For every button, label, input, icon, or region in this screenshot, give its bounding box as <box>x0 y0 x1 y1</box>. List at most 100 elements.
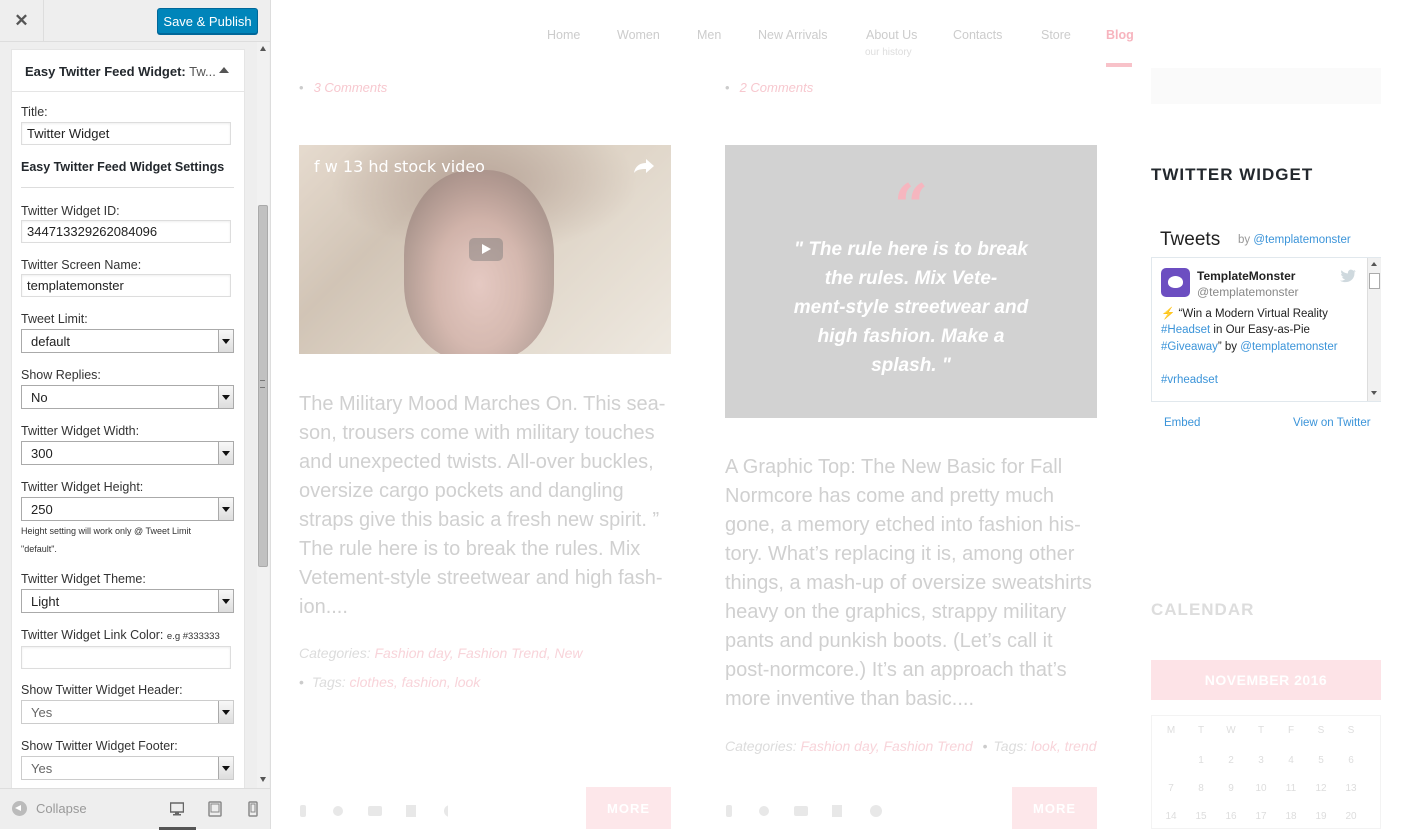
hashtag-vrheadset[interactable]: #vrheadset <box>1161 374 1218 386</box>
dropdown-arrow-icon[interactable] <box>218 442 233 464</box>
screen-name-input[interactable]: templatemonster <box>21 274 231 297</box>
dropdown-arrow-icon[interactable] <box>218 757 233 779</box>
tweet-author-name[interactable]: TemplateMonster <box>1197 269 1295 283</box>
video-embed[interactable]: f w 13 hd stock video <box>299 145 671 354</box>
post1-tag-links[interactable]: clothes, fashion, look <box>350 674 481 690</box>
site-preview[interactable]: Home Women Men New Arrivals About Us our… <box>271 0 1409 829</box>
close-icon[interactable]: ✕ <box>0 0 44 42</box>
calendar-day[interactable]: 13 <box>1336 783 1366 794</box>
hashtag-headset[interactable]: #Headset <box>1161 324 1210 336</box>
tags-label: Tags: <box>993 738 1028 754</box>
view-on-twitter-link[interactable]: View on Twitter <box>1293 417 1371 429</box>
post2-more-button[interactable]: MORE <box>1012 787 1097 829</box>
post2-comments[interactable]: 2 Comments <box>725 80 814 95</box>
collapse-arrow-icon[interactable] <box>219 67 229 73</box>
embed-link[interactable]: Embed <box>1164 417 1200 429</box>
theme-select[interactable]: Light <box>21 589 234 613</box>
nav-men[interactable]: Men <box>697 28 721 42</box>
widget-title-bar[interactable]: Easy Twitter Feed Widget: Tw... <box>12 50 244 92</box>
hashtag-giveaway[interactable]: #Giveaway <box>1161 341 1218 353</box>
calendar-day[interactable]: 8 <box>1186 783 1216 794</box>
calendar-day[interactable]: 6 <box>1336 755 1366 766</box>
nav-store[interactable]: Store <box>1041 28 1071 42</box>
calendar-day[interactable]: 11 <box>1276 783 1306 794</box>
twitter-timeline: Tweets by @templatemonster TemplateMonst… <box>1151 222 1381 437</box>
scroll-up-icon[interactable] <box>260 46 266 51</box>
share-icon[interactable] <box>633 158 655 174</box>
save-publish-button[interactable]: Save & Publish <box>157 8 258 34</box>
post2-category-links[interactable]: Fashion day, Fashion Trend <box>800 738 972 754</box>
calendar-day[interactable]: 18 <box>1276 811 1306 822</box>
mention-templatemonster[interactable]: @templatemonster <box>1240 341 1337 353</box>
tweet-scrollbar[interactable] <box>1367 258 1381 401</box>
link-color-input[interactable] <box>21 646 231 669</box>
dropdown-arrow-icon[interactable] <box>218 386 233 408</box>
calendar-day[interactable]: 15 <box>1186 811 1216 822</box>
tweet-author-handle[interactable]: @templatemonster <box>1197 285 1299 299</box>
link-color-hint: e.g #333333 <box>166 631 220 642</box>
show-footer-select[interactable]: Yes <box>21 756 234 780</box>
post1-more-button[interactable]: MORE <box>586 787 671 829</box>
scrollbar-thumb[interactable] <box>1369 273 1380 289</box>
lightning-icon: ⚡ <box>1161 308 1176 320</box>
calendar-day[interactable]: 7 <box>1156 783 1186 794</box>
widget-id-input[interactable]: 344713329262084096 <box>21 220 231 243</box>
twitter-bird-icon[interactable] <box>1340 269 1356 283</box>
nav-contacts[interactable]: Contacts <box>953 28 1002 42</box>
calendar-day[interactable]: 4 <box>1276 755 1306 766</box>
title-input[interactable]: Twitter Widget <box>21 122 231 145</box>
panel-scrollbar[interactable] <box>257 42 269 788</box>
templatemonster-avatar[interactable] <box>1161 268 1190 297</box>
calendar-day[interactable]: 16 <box>1216 811 1246 822</box>
calendar-day[interactable]: 10 <box>1246 783 1276 794</box>
desktop-icon[interactable] <box>170 801 184 817</box>
calendar-day[interactable]: 2 <box>1216 755 1246 766</box>
tweets-by: by @templatemonster <box>1238 234 1351 246</box>
post1-comments[interactable]: 3 Comments <box>299 80 388 95</box>
dropdown-arrow-icon[interactable] <box>218 701 233 723</box>
dropdown-arrow-icon[interactable] <box>218 498 233 520</box>
tweets-by-handle[interactable]: @templatemonster <box>1253 234 1350 246</box>
dropdown-arrow-icon[interactable] <box>218 590 233 612</box>
calendar-day[interactable]: 1 <box>1186 755 1216 766</box>
scroll-down-icon[interactable] <box>1371 391 1377 395</box>
calendar-day[interactable]: 19 <box>1306 811 1336 822</box>
nav-blog[interactable]: Blog <box>1106 28 1134 42</box>
scroll-down-icon[interactable] <box>260 777 266 782</box>
height-hint: Height setting will work only @ Tweet Li… <box>21 522 191 558</box>
scroll-up-icon[interactable] <box>1371 262 1377 266</box>
post1-social-icons[interactable] <box>298 802 448 820</box>
post2-excerpt: A Graphic Top: The New Basic for Fall No… <box>725 456 1092 710</box>
sidebar-search-box[interactable] <box>1151 68 1381 104</box>
show-header-select[interactable]: Yes <box>21 700 234 724</box>
tweet-limit-select[interactable]: default <box>21 329 234 353</box>
collapse-button[interactable]: Collapse <box>12 801 87 816</box>
post1-category-links[interactable]: Fashion day, Fashion Trend, New <box>374 645 582 661</box>
nav-new-arrivals[interactable]: New Arrivals <box>758 28 827 42</box>
height-select[interactable]: 250 <box>21 497 234 521</box>
show-replies-select[interactable]: No <box>21 385 234 409</box>
post2-social-icons[interactable] <box>724 802 894 820</box>
calendar-day[interactable]: 20 <box>1336 811 1366 822</box>
tablet-icon[interactable] <box>208 801 222 817</box>
show-replies-label: Show Replies: <box>21 368 101 382</box>
width-select[interactable]: 300 <box>21 441 234 465</box>
calendar-day[interactable]: 17 <box>1246 811 1276 822</box>
tweet-feed[interactable]: TemplateMonster @templatemonster ⚡ “Win … <box>1151 257 1381 402</box>
controls-scroll-area[interactable]: Easy Twitter Feed Widget: Tw... Title: T… <box>0 42 270 788</box>
nav-about-us[interactable]: About Us <box>866 28 917 42</box>
mobile-icon[interactable] <box>246 801 260 817</box>
calendar-day[interactable]: 9 <box>1216 783 1246 794</box>
dropdown-arrow-icon[interactable] <box>218 330 233 352</box>
calendar-day[interactable]: 14 <box>1156 811 1186 822</box>
play-button[interactable] <box>469 238 503 261</box>
calendar-day[interactable]: 5 <box>1306 755 1336 766</box>
nav-home[interactable]: Home <box>547 28 580 42</box>
post2-tag-links[interactable]: look, trend <box>1031 738 1096 754</box>
video-title[interactable]: f w 13 hd stock video <box>314 157 485 176</box>
nav-women[interactable]: Women <box>617 28 660 42</box>
preview-scrollbar[interactable] <box>1400 0 1409 829</box>
screen-name-label: Twitter Screen Name: <box>21 258 142 272</box>
calendar-day[interactable]: 12 <box>1306 783 1336 794</box>
calendar-day[interactable]: 3 <box>1246 755 1276 766</box>
